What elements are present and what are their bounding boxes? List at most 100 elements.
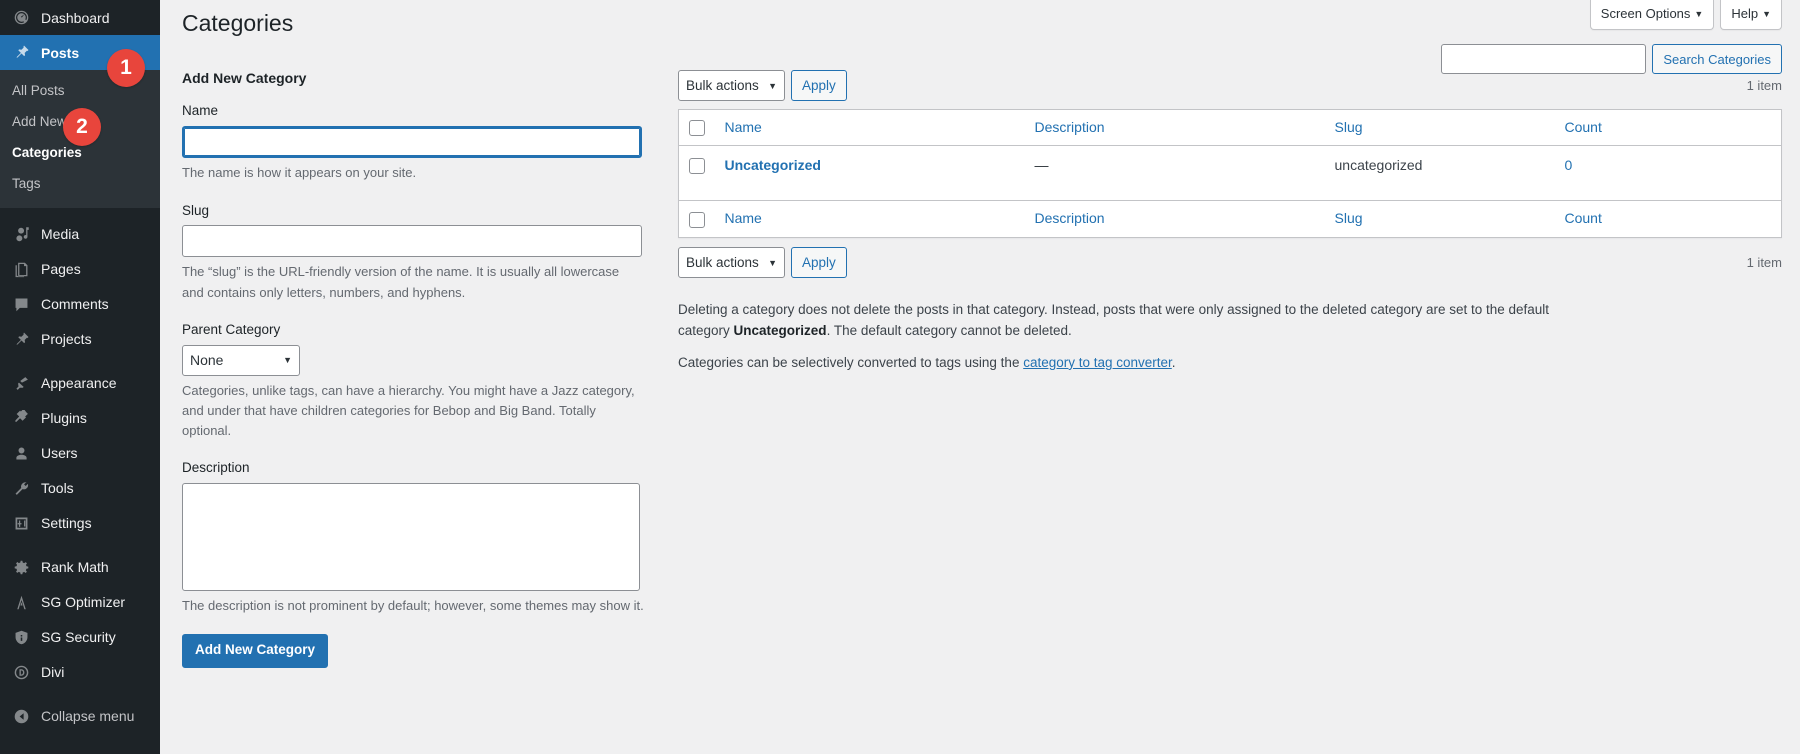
parent-category-help: Categories, unlike tags, can have a hier… <box>182 381 644 441</box>
sidebar-item-users[interactable]: Users <box>0 436 160 471</box>
category-to-tag-converter-link[interactable]: category to tag converter <box>1023 355 1172 370</box>
step-badge-2: 2 <box>63 108 101 146</box>
sidebar-item-divi[interactable]: Divi <box>0 655 160 690</box>
add-new-category-button[interactable]: Add New Category <box>182 634 328 668</box>
page-title: Categories <box>160 0 1800 43</box>
tablenav-top: Bulk actions ▼ Apply 1 item <box>678 69 1782 103</box>
sidebar-item-rank-math[interactable]: Rank Math <box>0 550 160 585</box>
select-all-checkbox-footer[interactable] <box>689 212 705 228</box>
sidebar-item-appearance[interactable]: Appearance <box>0 366 160 401</box>
parent-category-select[interactable]: None <box>182 345 300 376</box>
main-content: Screen Options▼ Help▼ Categories Search … <box>160 0 1800 754</box>
field-name: Name <box>182 102 660 158</box>
submenu-item-tags[interactable]: Tags <box>0 169 160 200</box>
pages-icon <box>10 259 32 279</box>
form-heading: Add New Category <box>182 69 660 89</box>
column-footer-description[interactable]: Description <box>1025 201 1325 237</box>
note-line2-b: . <box>1172 355 1176 370</box>
sidebar-item-sg-security[interactable]: SG Security <box>0 620 160 655</box>
sidebar-item-label: SG Optimizer <box>41 594 125 610</box>
table-footer-row: Name Description Slug Count <box>679 201 1782 237</box>
table-header-row: Name Description Slug Count <box>679 109 1782 145</box>
step-badge-1: 1 <box>107 49 145 87</box>
description-textarea[interactable] <box>182 483 640 591</box>
chevron-down-icon: ▼ <box>1762 9 1771 19</box>
description-help: The description is not prominent by defa… <box>182 596 644 616</box>
help-button[interactable]: Help ▼ <box>1720 0 1782 30</box>
category-notes: Deleting a category does not delete the … <box>678 299 1782 374</box>
column-footer-slug[interactable]: Slug <box>1325 201 1555 237</box>
category-link-uncategorized[interactable]: Uncategorized <box>725 157 821 173</box>
bulk-actions-select-bottom[interactable]: Bulk actions <box>678 247 785 278</box>
row-select-cell <box>679 146 715 201</box>
collapse-menu-button[interactable]: Collapse menu <box>0 699 160 734</box>
note-line1-b: . The default category cannot be deleted… <box>827 323 1072 338</box>
name-help: The name is how it appears on your site. <box>182 163 644 183</box>
comments-icon <box>10 294 32 314</box>
menu-separator <box>0 541 160 550</box>
table-head: Name Description Slug Count <box>679 109 1782 145</box>
row-description-cell: — <box>1025 146 1325 201</box>
name-input[interactable] <box>182 126 642 158</box>
sidebar-item-sg-optimizer[interactable]: SG Optimizer <box>0 585 160 620</box>
screen-options-label: Screen Options <box>1601 6 1691 21</box>
slug-help: The “slug” is the URL-friendly version o… <box>182 262 644 302</box>
row-name-cell: Uncategorized <box>715 146 1025 201</box>
sidebar-item-label: Settings <box>41 515 92 531</box>
brush-icon <box>10 373 32 393</box>
column-header-description[interactable]: Description <box>1025 109 1325 145</box>
sidebar-item-label: Comments <box>41 296 109 312</box>
row-count-cell[interactable]: 0 <box>1555 146 1782 201</box>
displaying-num-bottom: 1 item <box>1747 255 1782 270</box>
bulk-actions-select-top[interactable]: Bulk actions <box>678 70 785 101</box>
sidebar-item-comments[interactable]: Comments <box>0 287 160 322</box>
sidebar-item-dashboard[interactable]: Dashboard <box>0 0 160 35</box>
row-slug-cell: uncategorized <box>1325 146 1555 201</box>
sidebar-item-settings[interactable]: Settings <box>0 506 160 541</box>
tablenav-bottom: Bulk actions ▼ Apply 1 item <box>678 246 1782 280</box>
name-label: Name <box>182 102 660 121</box>
screen-options-button[interactable]: Screen Options▼ <box>1590 0 1715 30</box>
sidebar-item-label: Projects <box>41 331 92 347</box>
help-label: Help <box>1731 6 1758 21</box>
row-checkbox[interactable] <box>689 158 705 174</box>
sidebar-item-label: Rank Math <box>41 559 109 575</box>
plug-icon <box>10 408 32 428</box>
parent-category-select-wrap: None ▼ <box>182 345 300 376</box>
apply-button-top[interactable]: Apply <box>791 70 847 101</box>
settings-icon <box>10 513 32 533</box>
field-parent-category: Parent Category None ▼ <box>182 321 660 376</box>
displaying-num-top: 1 item <box>1747 78 1782 93</box>
admin-page: Dashboard Posts All Posts Add New Catego… <box>0 0 1800 754</box>
sidebar-item-tools[interactable]: Tools <box>0 471 160 506</box>
sg-optimizer-icon <box>10 592 32 612</box>
table-row: Uncategorized — uncategorized 0 <box>679 146 1782 201</box>
pin-icon <box>10 43 32 63</box>
select-all-checkbox[interactable] <box>689 120 705 136</box>
column-footer-count[interactable]: Count <box>1555 201 1782 237</box>
divi-icon <box>10 662 32 682</box>
bulk-actions-bottom-wrap: Bulk actions ▼ <box>678 247 785 278</box>
sidebar-item-projects[interactable]: Projects <box>0 322 160 357</box>
sidebar-item-label: Dashboard <box>41 10 110 26</box>
add-category-form: Add New Category Name The name is how it… <box>182 69 660 668</box>
slug-input[interactable] <box>182 225 642 257</box>
note-delete-category: Deleting a category does not delete the … <box>678 299 1598 342</box>
note-uncategorized: Uncategorized <box>734 323 827 338</box>
categories-table: Name Description Slug Count Unca <box>678 109 1782 238</box>
column-header-slug[interactable]: Slug <box>1325 109 1555 145</box>
column-header-name[interactable]: Name <box>715 109 1025 145</box>
collapse-arrow-icon <box>10 706 32 726</box>
table-body: Uncategorized — uncategorized 0 <box>679 146 1782 201</box>
field-description: Description <box>182 459 660 591</box>
chevron-down-icon: ▼ <box>1694 9 1703 19</box>
sidebar-item-plugins[interactable]: Plugins <box>0 401 160 436</box>
sidebar-item-label: Posts <box>41 45 79 61</box>
column-header-count[interactable]: Count <box>1555 109 1782 145</box>
select-all-footer <box>679 201 715 237</box>
apply-button-bottom[interactable]: Apply <box>791 247 847 278</box>
column-footer-name[interactable]: Name <box>715 201 1025 237</box>
sidebar-item-pages[interactable]: Pages <box>0 252 160 287</box>
collapse-menu-label: Collapse menu <box>41 708 134 724</box>
sidebar-item-media[interactable]: Media <box>0 217 160 252</box>
